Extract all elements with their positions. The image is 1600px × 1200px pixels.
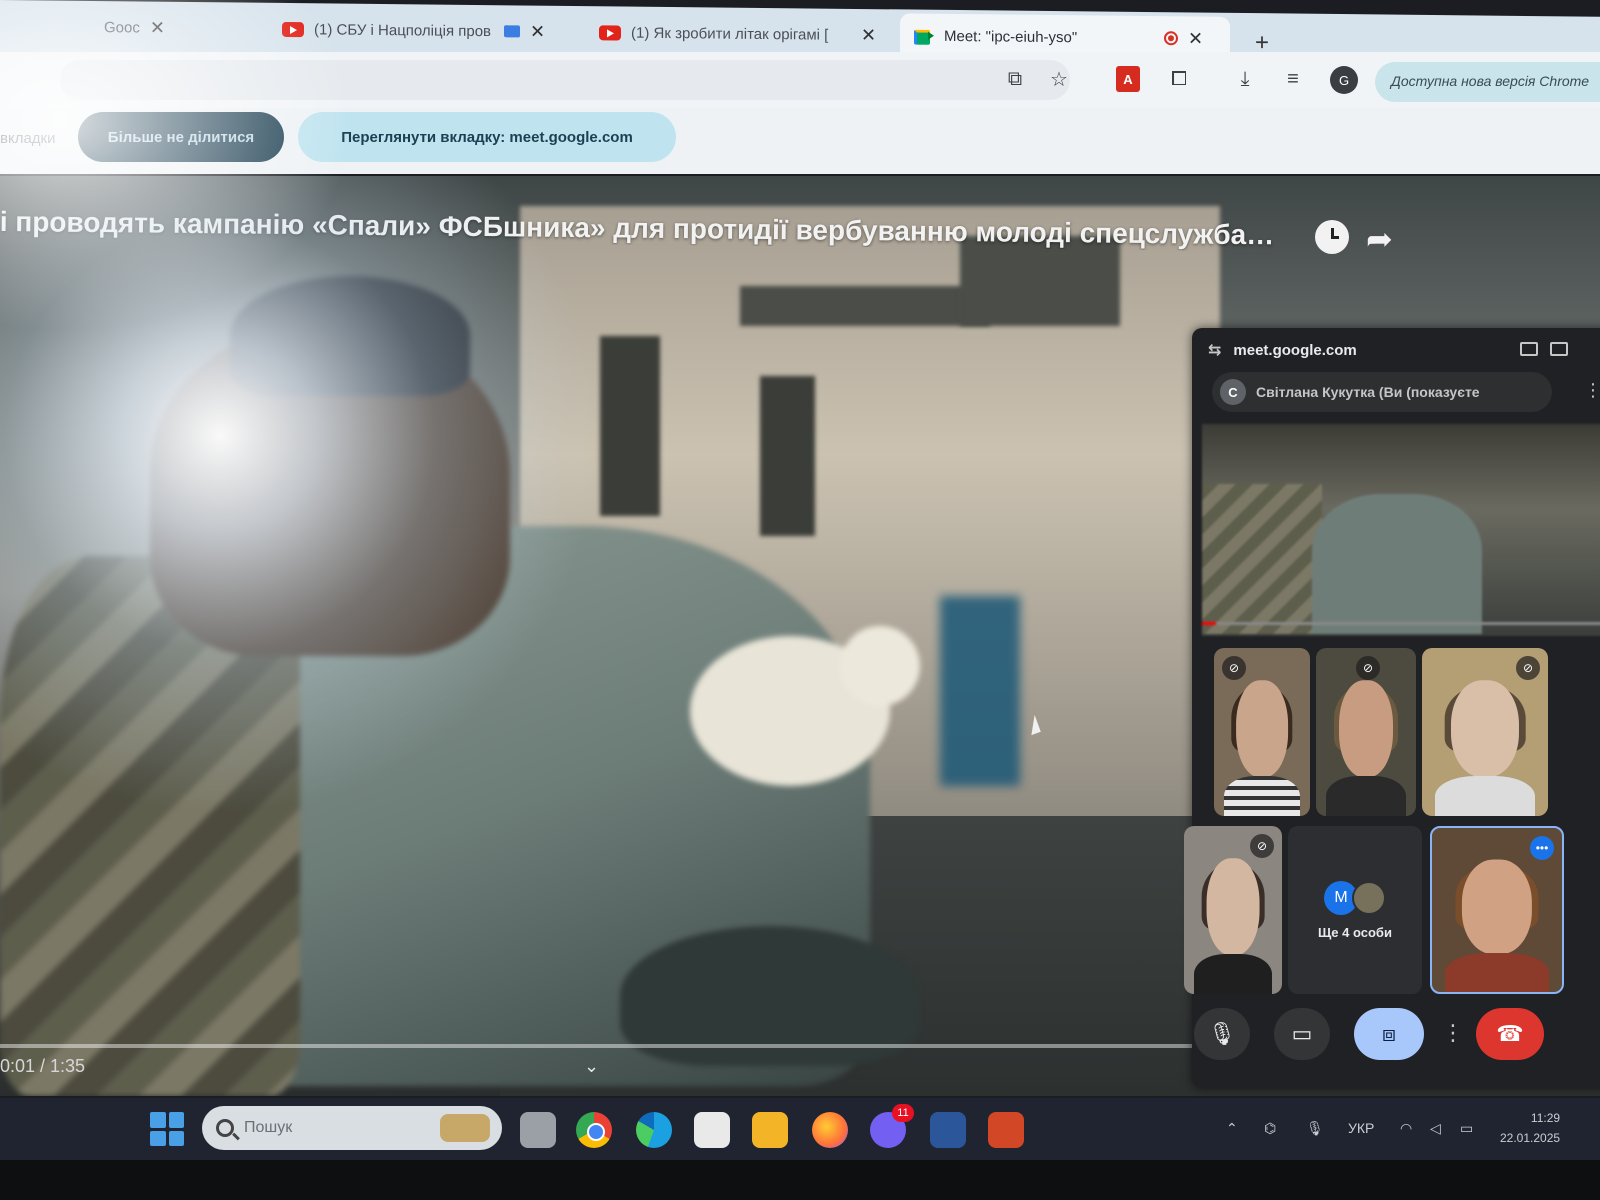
back-to-tab-icon[interactable]	[1520, 342, 1538, 356]
taskbar-clock[interactable]: 11:29 22.01.2025	[1500, 1108, 1560, 1148]
windows-start-icon[interactable]	[150, 1112, 184, 1146]
clock-time: 11:29	[1530, 1111, 1561, 1125]
watch-later-icon[interactable]	[1315, 220, 1349, 254]
search-placeholder: Пошук	[244, 1119, 293, 1136]
participant-tile-active-speaker[interactable]: •••	[1430, 826, 1564, 994]
present-icon: ⧈	[1382, 1021, 1396, 1046]
search-highlight-icon	[440, 1114, 490, 1142]
pip-header: ⇆ meet.google.com	[1192, 328, 1600, 372]
extensions-puzzle-icon[interactable]: ⧠	[1166, 66, 1192, 92]
avatar: C	[1220, 379, 1246, 405]
battery-icon[interactable]: ▭	[1460, 1120, 1473, 1137]
participant-tile[interactable]: ⊘	[1422, 648, 1548, 816]
bookmark-star-icon[interactable]: ☆	[1046, 66, 1072, 92]
powerpoint-icon[interactable]	[988, 1112, 1024, 1148]
chevron-up-icon[interactable]: ⌃	[1226, 1120, 1238, 1137]
file-explorer-icon[interactable]	[752, 1112, 788, 1148]
call-controls: 🎙 ▭ ⧈ ⋮ ☎	[1192, 1000, 1600, 1070]
participant-tile[interactable]: ⊘	[1214, 648, 1310, 816]
download-icon[interactable]: ⤓	[1232, 66, 1258, 92]
youtube-icon	[282, 21, 304, 37]
mic-off-icon: ⊘	[1356, 656, 1380, 680]
leave-call-button[interactable]: ☎	[1476, 1008, 1544, 1060]
edge-icon[interactable]	[636, 1112, 672, 1148]
cast-icon	[504, 25, 520, 38]
network-icon[interactable]: ⌬	[1264, 1120, 1276, 1137]
stop-sharing-button[interactable]: Більше не ділитися	[78, 112, 284, 162]
tab-google[interactable]: Gooc ✕	[0, 4, 260, 51]
speaking-indicator-icon: •••	[1530, 836, 1554, 860]
video-time: 0:01 / 1:35	[0, 1056, 86, 1076]
tab-label: (1) СБУ і Нацполіція пров	[314, 20, 492, 40]
chrome-icon[interactable]	[576, 1112, 612, 1148]
youtube-icon	[599, 24, 621, 41]
volume-icon[interactable]: ◁	[1430, 1120, 1441, 1137]
hang-up-icon: ☎	[1496, 1021, 1524, 1046]
tab-label: (1) Як зробити літак орігамі [	[631, 24, 829, 44]
clock-date: 22.01.2025	[1500, 1131, 1561, 1145]
profile-avatar-icon[interactable]: G	[1330, 66, 1358, 94]
wifi-icon[interactable]: ◠	[1400, 1120, 1412, 1137]
more-participants-label: Ще 4 особи	[1318, 924, 1392, 940]
install-app-icon[interactable]: ⧉	[1002, 66, 1028, 92]
language-indicator[interactable]: УКР	[1348, 1120, 1374, 1136]
update-chrome-button[interactable]: Доступна нова версія Chrome	[1375, 62, 1600, 102]
mic-off-icon: ⊘	[1222, 656, 1246, 680]
notification-badge: 11	[892, 1104, 914, 1122]
microphone-icon[interactable]: 🎙	[1306, 1120, 1324, 1137]
tab-sbu-video[interactable]: (1) СБУ і Нацполіція пров ✕	[268, 7, 578, 54]
more-options-icon[interactable]: ⋮	[1584, 380, 1600, 401]
presenter-chip[interactable]: C Світлана Кукутка (Ви (показуєте	[1212, 372, 1552, 412]
video-graffiti	[940, 596, 1020, 786]
windows-taskbar: Пошук 11 ⌃ ⌬ 🎙 УКР ◠ ◁ ▭ 11:29 22.01.202…	[0, 1098, 1600, 1160]
store-icon[interactable]	[694, 1112, 730, 1148]
mic-off-icon: ⊘	[1516, 656, 1540, 680]
tab-label: Meet: "ipc-eiuh-yso"	[944, 27, 1078, 46]
sharing-bar-text: вкладки	[0, 130, 56, 147]
present-screen-button[interactable]: ⧈	[1354, 1008, 1424, 1060]
word-icon[interactable]	[930, 1112, 966, 1148]
video-progress-bar[interactable]	[0, 1044, 1200, 1048]
recording-icon	[1164, 31, 1178, 46]
shared-screen-preview	[1202, 424, 1600, 636]
close-tab-icon[interactable]: ✕	[861, 25, 876, 46]
tune-icon[interactable]: ⇆	[1208, 340, 1221, 360]
mic-off-icon: ⊘	[1250, 834, 1274, 858]
close-tab-icon[interactable]: ✕	[1188, 28, 1203, 49]
viber-icon[interactable]: 11	[870, 1104, 914, 1148]
microphone-button[interactable]: 🎙	[1194, 1008, 1250, 1060]
tab-origami-video[interactable]: (1) Як зробити літак орігамі [ ✕	[585, 10, 895, 57]
participant-tile[interactable]: ⊘	[1184, 826, 1282, 994]
expand-icon[interactable]	[1550, 342, 1568, 356]
browser-toolbar: ⧉ ☆ A ⧠ ⤓ ≡ G Доступна нова версія Chrom…	[0, 52, 1600, 108]
close-tab-icon[interactable]: ✕	[150, 17, 165, 38]
address-bar[interactable]	[60, 60, 1070, 100]
presenter-name: Світлана Кукутка (Ви (показуєте	[1256, 384, 1480, 400]
share-icon[interactable]: ➦	[1366, 220, 1393, 258]
camera-button[interactable]: ▭	[1274, 1008, 1330, 1060]
video-person	[0, 236, 920, 1096]
video-balcony	[960, 236, 1120, 326]
camera-icon: ▭	[1291, 1021, 1313, 1046]
view-tab-button[interactable]: Переглянути вкладку: meet.google.com	[298, 112, 676, 162]
more-participants-tile[interactable]: M Ще 4 особи	[1288, 826, 1422, 994]
monitor-bezel	[0, 1160, 1600, 1200]
meet-icon	[914, 28, 934, 44]
microphone-icon: 🎙	[1208, 1021, 1236, 1046]
tab-label: Gooc	[104, 18, 140, 36]
more-options-icon[interactable]: ⋮	[1442, 1020, 1464, 1046]
task-view-icon[interactable]	[520, 1112, 556, 1148]
search-icon	[216, 1119, 234, 1137]
avatar	[1352, 880, 1386, 915]
meet-pip-window: ⇆ meet.google.com C Світлана Кукутка (Ви…	[1184, 328, 1600, 1088]
media-controls-icon[interactable]: ≡	[1280, 66, 1306, 92]
pip-domain: meet.google.com	[1233, 341, 1357, 359]
firefox-icon[interactable]	[812, 1112, 848, 1148]
taskbar-search[interactable]: Пошук	[202, 1106, 502, 1150]
participant-tile[interactable]: ⊘	[1316, 648, 1416, 816]
chevron-down-icon[interactable]: ⌄	[584, 1056, 599, 1077]
tab-sharing-bar: вкладки Більше не ділитися Переглянути в…	[0, 108, 1600, 174]
acrobat-extension-icon[interactable]: A	[1116, 66, 1140, 92]
close-tab-icon[interactable]: ✕	[530, 21, 545, 42]
